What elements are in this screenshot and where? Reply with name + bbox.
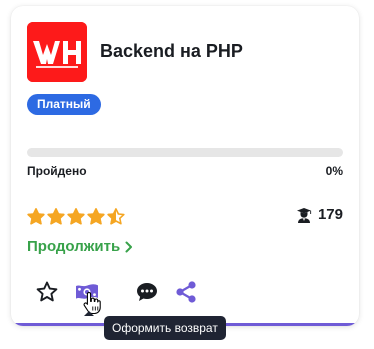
paid-badge: Платный	[27, 94, 101, 115]
course-card[interactable]: Backend на PHP Платный Пройдено 0% 179 П…	[11, 6, 359, 326]
students-count-value: 179	[317, 206, 343, 223]
share-button[interactable]	[174, 280, 198, 304]
progress-bar	[27, 148, 343, 157]
rating-stars	[27, 208, 125, 225]
star-filled-icon	[67, 208, 85, 225]
refund-tooltip: Оформить возврат	[104, 316, 226, 340]
favorite-button[interactable]	[35, 280, 59, 304]
student-icon	[296, 207, 312, 223]
star-filled-icon	[87, 208, 105, 225]
progress-percent: 0%	[325, 164, 343, 178]
page: Backend на PHP Платный Пройдено 0% 179 П…	[0, 0, 374, 349]
continue-label: Продолжить	[27, 238, 121, 255]
star-filled-icon	[47, 208, 65, 225]
comment-icon	[137, 283, 157, 301]
chevron-right-icon	[125, 241, 133, 252]
course-title[interactable]: Backend на PHP	[100, 41, 243, 62]
students-count: 179	[296, 206, 343, 223]
continue-link[interactable]: Продолжить	[27, 238, 133, 255]
progress-label: Пройдено	[27, 164, 87, 178]
share-icon	[176, 281, 196, 303]
star-filled-icon	[27, 208, 45, 225]
course-logo	[27, 22, 87, 82]
tooltip-arrow	[84, 311, 94, 316]
star-outline-icon	[36, 281, 58, 302]
comments-button[interactable]	[135, 280, 159, 304]
logo-wh-image	[27, 22, 87, 82]
star-half-icon	[107, 208, 125, 225]
